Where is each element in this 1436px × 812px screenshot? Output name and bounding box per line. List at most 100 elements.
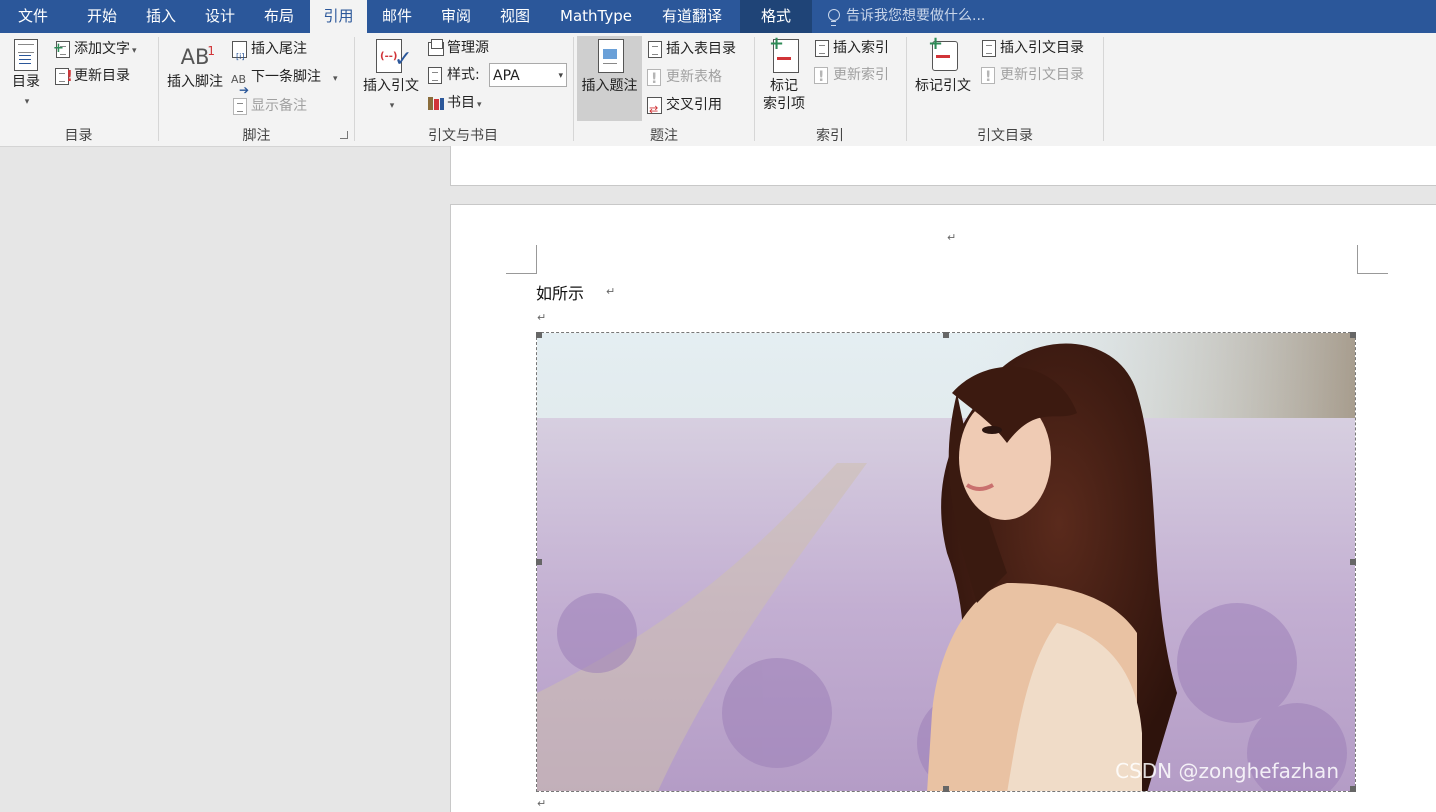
update-figures-table-label: 更新表格 <box>666 69 722 85</box>
tab-references[interactable]: 引用 <box>310 0 367 33</box>
tab-home[interactable]: 开始 <box>74 0 130 33</box>
style-label: 样式: <box>447 67 480 83</box>
body-text[interactable]: 如所示 <box>536 280 584 304</box>
resize-handle[interactable] <box>943 332 949 338</box>
margin-corner-left <box>506 245 537 274</box>
mark-entry-button[interactable]: + 标记 索引项 <box>758 35 810 113</box>
next-footnote-label: 下一条脚注 <box>251 69 321 85</box>
group-label-index: 索引 <box>816 128 844 144</box>
show-notes-icon <box>231 97 247 115</box>
next-footnote-icon: AB ➔ <box>231 73 250 97</box>
citation-style-select[interactable]: APA ▾ <box>489 63 567 87</box>
table-of-figures-icon <box>646 40 662 58</box>
insert-caption-button[interactable]: 插入题注 <box>577 39 642 95</box>
dialog-launcher-icon[interactable] <box>340 131 348 139</box>
tab-mathtype[interactable]: MathType <box>550 0 642 33</box>
tab-design[interactable]: 设计 <box>192 0 248 33</box>
bibliography-label: 书目 <box>447 95 475 111</box>
tab-layout[interactable]: 布局 <box>251 0 307 33</box>
insert-footnote-label: 插入脚注 <box>167 74 223 90</box>
group-label-toc: 目录 <box>64 128 93 144</box>
resize-handle[interactable] <box>1350 786 1356 792</box>
show-notes-label: 显示备注 <box>251 98 307 114</box>
resize-handle[interactable] <box>536 332 542 338</box>
ribbon-references: 目录 ▾ + 添加文字 ▾ ! 更新目录 目录 AB 1 插入脚注 [i] 插入尾注 AB… <box>0 33 1436 147</box>
insert-citation-button[interactable]: (--) ✓ 插入引文 ▾ <box>358 39 424 115</box>
watermark-text: CSDN @zonghefazhan <box>1115 759 1339 783</box>
insert-caption-icon <box>596 39 624 75</box>
chevron-down-icon: ▾ <box>389 101 395 111</box>
toc-button[interactable]: 目录 ▾ <box>6 39 46 111</box>
previous-page <box>450 146 1436 186</box>
insert-caption-label: 插入题注 <box>581 78 638 94</box>
paragraph-mark: ↵ <box>537 797 547 810</box>
tab-file[interactable]: 文件 <box>0 0 66 33</box>
insert-toa-button[interactable]: 插入引文目录 <box>980 36 1084 60</box>
update-toc-label: 更新目录 <box>74 68 130 84</box>
cross-reference-icon: ⇄ <box>646 96 662 116</box>
resize-handle[interactable] <box>943 786 949 792</box>
tab-format[interactable]: 格式 <box>740 0 812 33</box>
show-notes-button[interactable]: 显示备注 <box>231 94 307 118</box>
update-index-icon: ! <box>813 66 829 85</box>
insert-index-button[interactable]: 插入索引 <box>813 36 889 60</box>
insert-footnote-button[interactable]: AB 1 插入脚注 <box>162 43 228 91</box>
update-index-button[interactable]: ! 更新索引 <box>813 63 889 87</box>
insert-toa-label: 插入引文目录 <box>1000 40 1084 56</box>
table-of-contents-icon <box>14 39 38 71</box>
tab-mailings[interactable]: 邮件 <box>369 0 425 33</box>
ribbon-tab-bar: 文件 开始 插入 设计 布局 引用 邮件 审阅 视图 MathType 有道翻译… <box>0 0 1436 33</box>
resize-handle[interactable] <box>536 559 542 565</box>
lightbulb-icon <box>828 9 840 26</box>
toc-button-label: 目录 <box>12 74 40 90</box>
manage-sources-label: 管理源 <box>447 40 489 56</box>
update-toa-button[interactable]: ! 更新引文目录 <box>980 63 1084 87</box>
mark-entry-icon: + <box>767 35 801 75</box>
insert-index-icon <box>813 39 829 57</box>
manage-sources-button[interactable]: 管理源 <box>427 36 489 60</box>
insert-index-label: 插入索引 <box>833 40 889 56</box>
paragraph-mark: ↵ <box>537 311 547 324</box>
insert-endnote-label: 插入尾注 <box>251 41 307 57</box>
citation-style-value: APA <box>493 68 520 84</box>
bibliography-button[interactable]: 书目 ▾ <box>427 91 482 115</box>
update-index-label: 更新索引 <box>833 67 889 83</box>
chevron-down-icon: ▾ <box>477 100 482 110</box>
mark-entry-label-1: 标记 <box>770 78 798 94</box>
insert-endnote-button[interactable]: [i] 插入尾注 <box>231 37 307 61</box>
update-toa-label: 更新引文目录 <box>1000 67 1084 83</box>
mark-citation-icon: + <box>926 35 960 75</box>
margin-corner-right <box>1357 245 1388 274</box>
insert-table-of-figures-label: 插入表目录 <box>666 41 736 57</box>
add-text-icon: + <box>53 40 70 58</box>
mark-citation-button[interactable]: + 标记引文 <box>910 35 976 95</box>
tell-me-search[interactable]: 告诉我您想要做什么... <box>812 0 985 33</box>
footnote-icon: AB 1 <box>180 44 215 69</box>
add-text-button[interactable]: + 添加文字 ▾ <box>53 37 137 61</box>
group-label-toa: 引文目录 <box>977 128 1033 144</box>
update-toc-button[interactable]: ! 更新目录 <box>54 64 130 88</box>
tab-review[interactable]: 审阅 <box>428 0 484 33</box>
selected-picture[interactable]: CSDN @zonghefazhan <box>536 332 1356 792</box>
resize-handle[interactable] <box>1350 559 1356 565</box>
cross-reference-button[interactable]: ⇄ 交叉引用 <box>646 93 722 117</box>
mark-entry-label-2: 索引项 <box>763 96 805 112</box>
manage-sources-icon <box>427 39 444 57</box>
style-icon <box>427 66 443 84</box>
chevron-down-icon: ▾ <box>132 46 137 56</box>
add-text-label: 添加文字 <box>74 41 130 57</box>
insert-table-of-figures-button[interactable]: 插入表目录 <box>646 37 736 61</box>
tab-youdao[interactable]: 有道翻译 <box>648 0 736 33</box>
update-figures-table-button[interactable]: ! 更新表格 <box>646 65 722 89</box>
document-page[interactable]: ↵ 如所示 ↵ ↵ CSDN @zonghefazhan ↵ <box>450 204 1436 812</box>
tab-insert[interactable]: 插入 <box>133 0 189 33</box>
chevron-down-icon: ▾ <box>333 74 338 84</box>
tab-view[interactable]: 视图 <box>487 0 543 33</box>
next-footnote-button[interactable]: AB ➔ 下一条脚注 ▾ <box>231 65 338 97</box>
chevron-down-icon: ▾ <box>558 71 563 81</box>
tell-me-placeholder: 告诉我您想要做什么... <box>846 8 986 24</box>
insert-citation-icon: (--) ✓ <box>374 39 412 75</box>
cross-reference-label: 交叉引用 <box>666 97 722 113</box>
resize-handle[interactable] <box>1350 332 1356 338</box>
mark-citation-label: 标记引文 <box>915 78 971 94</box>
